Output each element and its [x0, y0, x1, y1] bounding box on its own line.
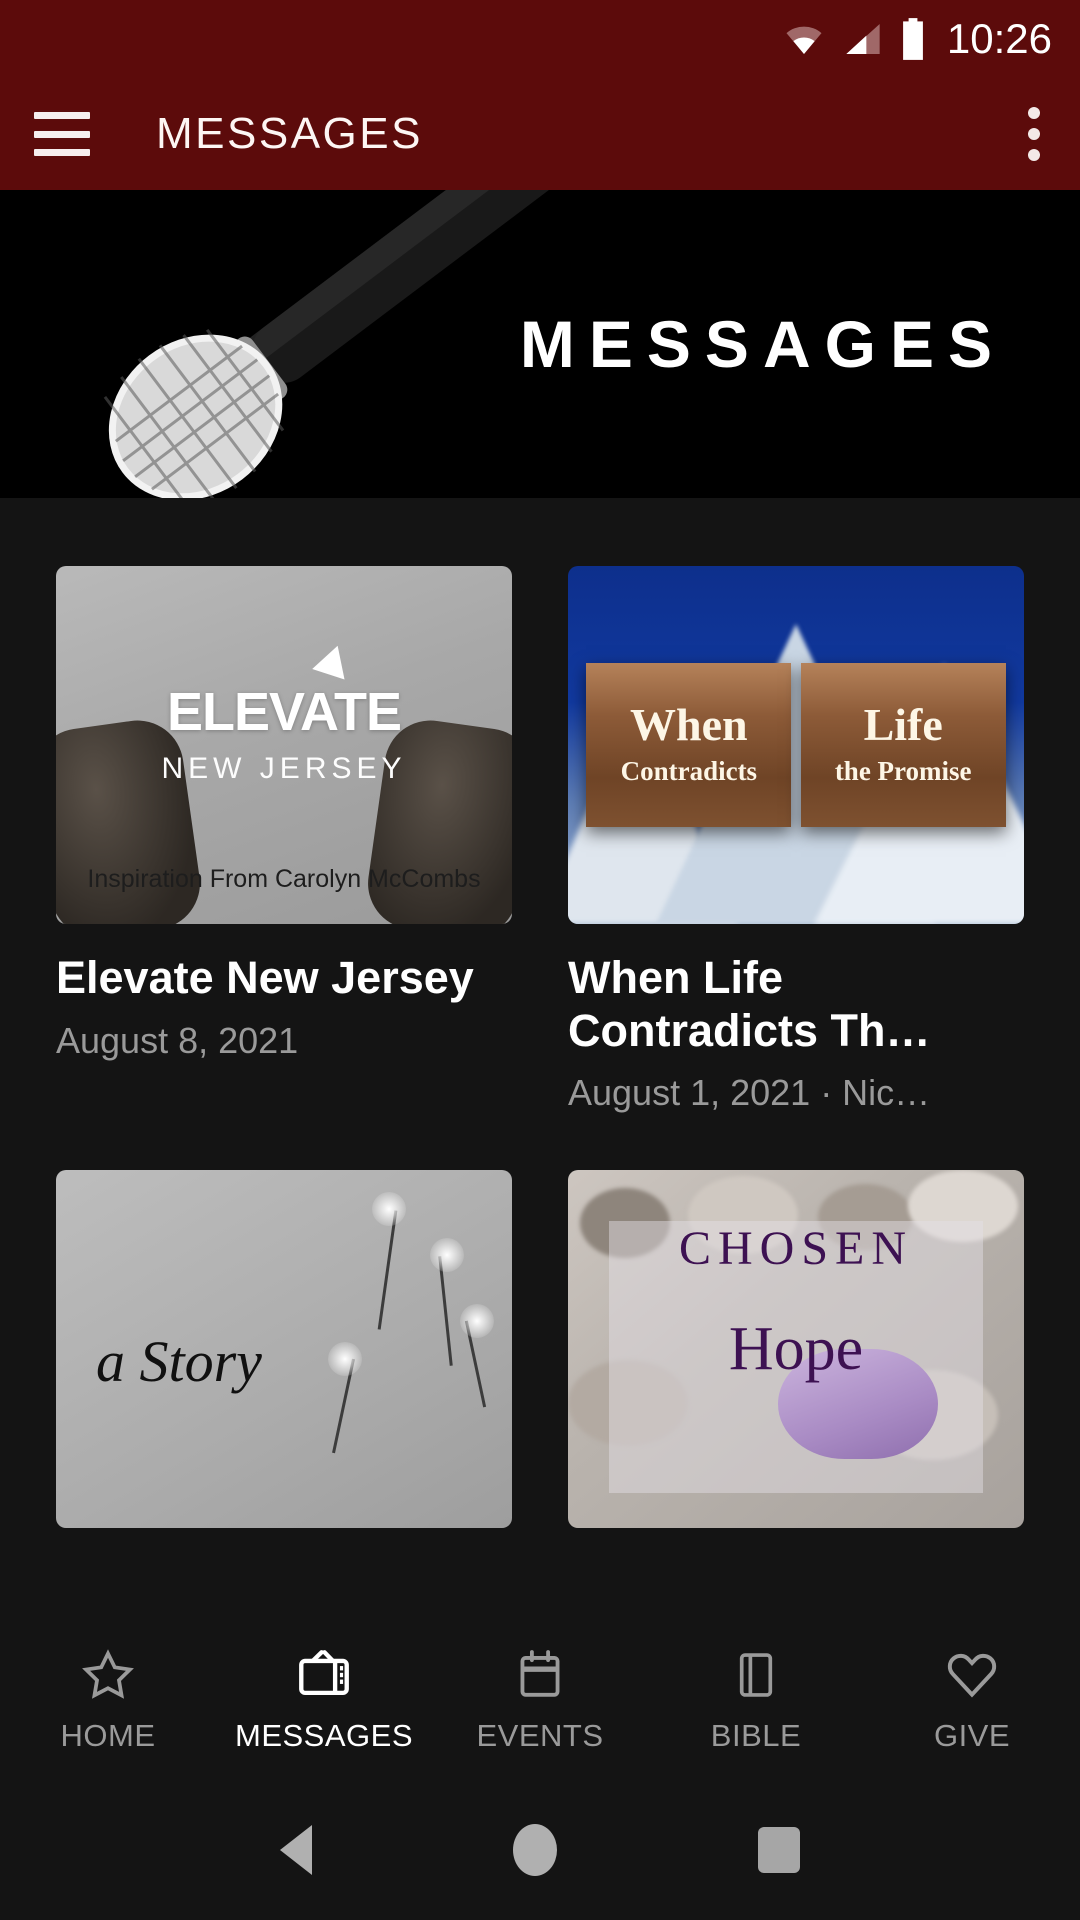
more-vert-icon[interactable] [1022, 101, 1046, 167]
messages-list[interactable]: ELEVATE NEW JERSEY Inspiration From Caro… [0, 498, 1080, 1704]
hero-title: MESSAGES [519, 307, 1006, 381]
thumbnail-headline: ELEVATE [166, 681, 402, 742]
message-thumbnail[interactable]: a Story [56, 1170, 512, 1529]
home-circle-icon[interactable] [512, 1824, 557, 1876]
microphone-image [0, 190, 560, 498]
message-thumbnail[interactable]: ELEVATE NEW JERSEY Inspiration From Caro… [56, 566, 512, 924]
message-card[interactable]: ELEVATE NEW JERSEY Inspiration From Caro… [56, 566, 512, 1114]
star-icon [79, 1646, 137, 1704]
thumbnail-headline: CHOSEN [678, 1221, 914, 1275]
board-subword: the Promise [834, 756, 972, 787]
tab-events[interactable]: EVENTS [432, 1646, 648, 1754]
system-navigation-bar [0, 1780, 1080, 1920]
tab-give[interactable]: GIVE [864, 1646, 1080, 1754]
hero-banner: MESSAGES [0, 190, 1080, 498]
app-bar: MESSAGES [0, 78, 1080, 190]
board-word: Life [863, 699, 943, 751]
thumbnail-caption: Inspiration From Carolyn McCombs [87, 865, 481, 893]
message-meta: August 8, 2021 [56, 1019, 299, 1061]
battery-icon [902, 18, 923, 60]
thumbnail-subhead: NEW JERSEY [161, 752, 407, 786]
message-title: Elevate New Jersey [56, 952, 474, 1003]
back-triangle-icon[interactable] [280, 1825, 313, 1875]
sign-board-right: Life the Promise [800, 662, 1006, 828]
tab-messages[interactable]: MESSAGES [216, 1646, 432, 1754]
tab-bible[interactable]: BIBLE [648, 1646, 864, 1754]
cellular-signal-icon [846, 24, 880, 54]
board-word: When [630, 699, 748, 751]
tab-label: GIVE [933, 1718, 1011, 1753]
app-screen: 10:26 MESSAGES MESSAGES ELEVATE NEW JERS… [0, 0, 1080, 1920]
board-subword: Contradicts [620, 756, 758, 787]
wifi-icon [786, 26, 822, 54]
tab-label: BIBLE [710, 1718, 802, 1753]
tab-home[interactable]: HOME [0, 1646, 216, 1754]
book-icon [730, 1646, 782, 1704]
arrow-up-icon [312, 640, 354, 680]
message-thumbnail[interactable]: CHOSEN Hope [568, 1170, 1024, 1529]
tab-label: HOME [60, 1718, 156, 1753]
message-title: When Life Contradicts Th… [568, 952, 931, 1056]
thumbnail-headline: a Story [96, 1328, 262, 1394]
sign-board-left: When Contradicts [586, 662, 792, 828]
messages-grid: ELEVATE NEW JERSEY Inspiration From Caro… [0, 498, 1080, 1529]
message-card[interactable]: When Contradicts Life the Promise When L… [568, 566, 1024, 1114]
message-card[interactable]: CHOSEN Hope [568, 1170, 1024, 1529]
bottom-tab-bar: HOME MESSAGES EVENTS BIBLE GIVE [0, 1620, 1080, 1780]
message-card[interactable]: a Story [56, 1170, 512, 1529]
message-meta: August 1, 2021 · Nic… [568, 1072, 931, 1114]
hamburger-menu-icon[interactable] [34, 112, 90, 156]
message-thumbnail[interactable]: When Contradicts Life the Promise [568, 566, 1024, 924]
page-title: MESSAGES [156, 109, 423, 158]
tab-label: EVENTS [476, 1718, 604, 1753]
tab-label: MESSAGES [235, 1718, 413, 1753]
status-bar-clock: 10:26 [946, 15, 1052, 62]
calendar-icon [513, 1646, 567, 1704]
recents-square-icon[interactable] [757, 1827, 800, 1873]
thumbnail-subhead: Hope [728, 1314, 864, 1383]
tv-icon [295, 1646, 353, 1704]
heart-icon [943, 1646, 1001, 1704]
status-bar: 10:26 [0, 0, 1080, 78]
